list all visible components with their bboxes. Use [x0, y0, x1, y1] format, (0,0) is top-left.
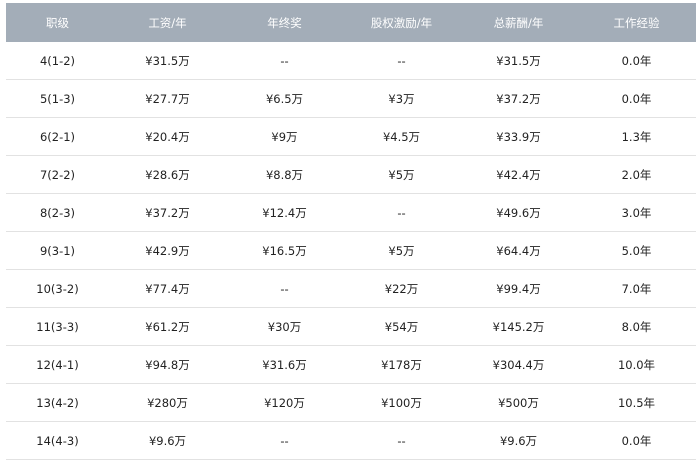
cell-level: 8(2-3): [6, 193, 109, 232]
cell-total: ¥500万: [460, 383, 577, 422]
table-row: 13(4-2) ¥280万 ¥120万 ¥100万 ¥500万 10.5年: [6, 383, 696, 422]
cell-experience: 3.0年: [577, 193, 696, 232]
header-total: 总薪酬/年: [493, 15, 544, 30]
cell-total: ¥99.4万: [460, 269, 577, 308]
cell-bonus: --: [226, 269, 343, 308]
salary-table-container: 职级 工资/年 年终奖 股权激励/年 总薪酬/年 工作经验 4(1-2) ¥31.…: [0, 0, 700, 464]
cell-level: 11(3-3): [6, 307, 109, 346]
cell-level: 13(4-2): [6, 383, 109, 422]
header-bonus: 年终奖: [267, 15, 302, 30]
table-row: 11(3-3) ¥61.2万 ¥30万 ¥54万 ¥145.2万 8.0年: [6, 307, 696, 346]
cell-bonus: ¥120万: [226, 383, 343, 422]
cell-experience: 10.0年: [577, 345, 696, 384]
cell-level: 9(3-1): [6, 231, 109, 270]
cell-equity: --: [343, 42, 460, 80]
cell-salary: ¥42.9万: [109, 231, 226, 270]
cell-bonus: ¥16.5万: [226, 231, 343, 270]
cell-equity: ¥3万: [343, 79, 460, 118]
cell-total: ¥304.4万: [460, 345, 577, 384]
cell-salary: ¥77.4万: [109, 269, 226, 308]
cell-experience: 0.0年: [577, 79, 696, 118]
table-row: 8(2-3) ¥37.2万 ¥12.4万 -- ¥49.6万 3.0年: [6, 193, 696, 232]
cell-salary: ¥28.6万: [109, 155, 226, 194]
cell-experience: 10.5年: [577, 383, 696, 422]
cell-equity: --: [343, 421, 460, 460]
cell-experience: 5.0年: [577, 231, 696, 270]
cell-salary: ¥20.4万: [109, 117, 226, 156]
table-row: 9(3-1) ¥42.9万 ¥16.5万 ¥5万 ¥64.4万 5.0年: [6, 231, 696, 270]
salary-table: 职级 工资/年 年终奖 股权激励/年 总薪酬/年 工作经验 4(1-2) ¥31.…: [6, 3, 696, 460]
cell-level: 7(2-2): [6, 155, 109, 194]
cell-experience: 2.0年: [577, 155, 696, 194]
cell-level: 4(1-2): [6, 42, 109, 80]
cell-bonus: ¥31.6万: [226, 345, 343, 384]
cell-salary: ¥61.2万: [109, 307, 226, 346]
cell-total: ¥9.6万: [460, 421, 577, 460]
cell-experience: 7.0年: [577, 269, 696, 308]
header-equity: 股权激励/年: [370, 15, 433, 30]
cell-bonus: ¥6.5万: [226, 79, 343, 118]
cell-equity: ¥5万: [343, 155, 460, 194]
cell-equity: ¥178万: [343, 345, 460, 384]
cell-bonus: --: [226, 42, 343, 80]
cell-salary: ¥37.2万: [109, 193, 226, 232]
cell-total: ¥31.5万: [460, 42, 577, 80]
header-salary: 工资/年: [148, 15, 187, 30]
cell-salary: ¥9.6万: [109, 421, 226, 460]
cell-level: 6(2-1): [6, 117, 109, 156]
cell-total: ¥42.4万: [460, 155, 577, 194]
table-row: 7(2-2) ¥28.6万 ¥8.8万 ¥5万 ¥42.4万 2.0年: [6, 155, 696, 194]
cell-equity: --: [343, 193, 460, 232]
table-body: 4(1-2) ¥31.5万 -- -- ¥31.5万 0.0年 5(1-3) ¥27.7万 ¥6…: [6, 42, 696, 460]
cell-salary: ¥31.5万: [109, 42, 226, 80]
table-row: 4(1-2) ¥31.5万 -- -- ¥31.5万 0.0年: [6, 42, 696, 80]
cell-equity: ¥22万: [343, 269, 460, 308]
cell-level: 14(4-3): [6, 421, 109, 460]
cell-equity: ¥5万: [343, 231, 460, 270]
cell-experience: 8.0年: [577, 307, 696, 346]
cell-salary: ¥27.7万: [109, 79, 226, 118]
cell-total: ¥49.6万: [460, 193, 577, 232]
table-row: 6(2-1) ¥20.4万 ¥9万 ¥4.5万 ¥33.9万 1.3年: [6, 117, 696, 156]
cell-experience: 0.0年: [577, 42, 696, 80]
cell-equity: ¥100万: [343, 383, 460, 422]
cell-equity: ¥4.5万: [343, 117, 460, 156]
cell-total: ¥37.2万: [460, 79, 577, 118]
cell-equity: ¥54万: [343, 307, 460, 346]
cell-total: ¥145.2万: [460, 307, 577, 346]
cell-bonus: ¥8.8万: [226, 155, 343, 194]
cell-salary: ¥94.8万: [109, 345, 226, 384]
cell-level: 5(1-3): [6, 79, 109, 118]
cell-experience: 0.0年: [577, 421, 696, 460]
header-level: 职级: [46, 15, 69, 30]
table-row: 14(4-3) ¥9.6万 -- -- ¥9.6万 0.0年: [6, 421, 696, 460]
cell-experience: 1.3年: [577, 117, 696, 156]
table-header: 职级 工资/年 年终奖 股权激励/年 总薪酬/年 工作经验: [6, 3, 696, 42]
cell-level: 10(3-2): [6, 269, 109, 308]
table-row: 5(1-3) ¥27.7万 ¥6.5万 ¥3万 ¥37.2万 0.0年: [6, 79, 696, 118]
table-header-row: 职级 工资/年 年终奖 股权激励/年 总薪酬/年 工作经验: [6, 3, 696, 42]
cell-bonus: ¥30万: [226, 307, 343, 346]
header-experience: 工作经验: [613, 15, 660, 30]
cell-level: 12(4-1): [6, 345, 109, 384]
cell-total: ¥64.4万: [460, 231, 577, 270]
cell-bonus: ¥12.4万: [226, 193, 343, 232]
table-row: 12(4-1) ¥94.8万 ¥31.6万 ¥178万 ¥304.4万 10.0年: [6, 345, 696, 384]
cell-bonus: ¥9万: [226, 117, 343, 156]
table-row: 10(3-2) ¥77.4万 -- ¥22万 ¥99.4万 7.0年: [6, 269, 696, 308]
cell-salary: ¥280万: [109, 383, 226, 422]
cell-total: ¥33.9万: [460, 117, 577, 156]
cell-bonus: --: [226, 421, 343, 460]
